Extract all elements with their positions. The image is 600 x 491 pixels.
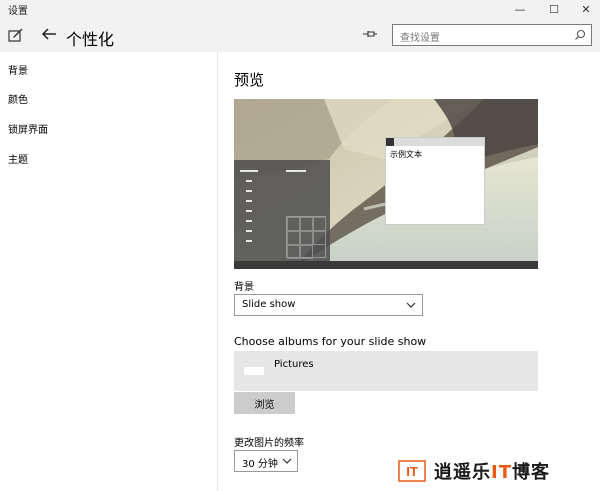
- tile: [313, 231, 326, 245]
- back-arrow-icon[interactable]: [40, 25, 58, 43]
- page-title: 个性化: [66, 30, 115, 49]
- sidebar-item-colors[interactable]: 颜色: [8, 91, 28, 106]
- menu-line: [246, 180, 252, 182]
- search-placeholder: 查找设置: [400, 33, 440, 44]
- background-select-value: Slide show: [242, 299, 296, 310]
- watermark-text-accent: IT: [491, 462, 512, 483]
- close-button[interactable]: ✕: [570, 0, 600, 18]
- sidebar-item-lock-screen[interactable]: 锁屏界面: [8, 121, 48, 136]
- search-icon[interactable]: [574, 29, 586, 41]
- frequency-label: 更改图片的频率: [234, 438, 304, 449]
- menu-line: [286, 170, 306, 172]
- album-name: Pictures: [274, 359, 314, 370]
- sample-window-accent: [386, 138, 394, 146]
- browse-button[interactable]: 浏览: [234, 392, 295, 414]
- desktop-preview: 示例文本: [234, 99, 538, 269]
- sample-window: 示例文本: [385, 137, 485, 225]
- menu-line: [240, 170, 258, 172]
- sidebar: 背景 颜色 锁屏界面 主题: [0, 52, 218, 491]
- tile: [287, 231, 300, 245]
- section-title: 预览: [234, 71, 265, 89]
- frequency-select-value: 30 分钟: [242, 459, 278, 470]
- tile: [300, 245, 313, 259]
- sidebar-item-background[interactable]: 背景: [8, 62, 28, 77]
- minimize-button[interactable]: —: [504, 0, 536, 18]
- menu-line: [246, 220, 252, 222]
- title-bar: 设置 — ☐ ✕: [0, 0, 600, 18]
- sample-window-titlebar: [386, 138, 484, 146]
- pin-icon[interactable]: [362, 28, 378, 40]
- watermark: IT 逍遥乐IT博客: [398, 458, 550, 484]
- menu-line: [246, 240, 252, 242]
- background-select[interactable]: Slide show: [234, 294, 423, 316]
- main-content: 预览 示例文本 背景 Slide show Choose albums for …: [218, 52, 600, 491]
- watermark-text-main: 逍遥乐: [434, 462, 491, 483]
- menu-line: [246, 230, 252, 232]
- menu-line: [246, 190, 252, 192]
- header-bar: 个性化 查找设置: [0, 18, 600, 52]
- tile: [300, 231, 313, 245]
- tile: [287, 245, 300, 259]
- search-input[interactable]: 查找设置: [392, 24, 592, 46]
- sample-text: 示例文本: [390, 150, 422, 159]
- album-item-pictures[interactable]: Pictures: [234, 351, 538, 391]
- watermark-text: 逍遥乐IT博客: [434, 458, 550, 484]
- chevron-down-icon: [282, 458, 292, 464]
- tile: [287, 217, 300, 231]
- album-thumbnail: [244, 367, 264, 375]
- taskbar-preview: [234, 261, 538, 269]
- frequency-select[interactable]: 30 分钟: [234, 450, 298, 472]
- tile-grid: [286, 216, 326, 259]
- albums-label: Choose albums for your slide show: [234, 335, 427, 348]
- menu-line: [246, 200, 252, 202]
- window-title: 设置: [8, 6, 28, 17]
- tile: [313, 217, 326, 231]
- watermark-logo-icon: IT: [398, 460, 426, 482]
- maximize-button[interactable]: ☐: [538, 0, 570, 18]
- background-label: 背景: [234, 282, 254, 293]
- sidebar-item-themes[interactable]: 主题: [8, 151, 28, 166]
- settings-app-icon: [8, 28, 23, 42]
- chevron-down-icon: [406, 302, 416, 308]
- menu-line: [246, 210, 252, 212]
- watermark-logo-text: IT: [406, 464, 418, 479]
- watermark-text-tail: 博客: [511, 462, 550, 483]
- start-menu-preview: [234, 160, 330, 261]
- tile: [300, 217, 313, 231]
